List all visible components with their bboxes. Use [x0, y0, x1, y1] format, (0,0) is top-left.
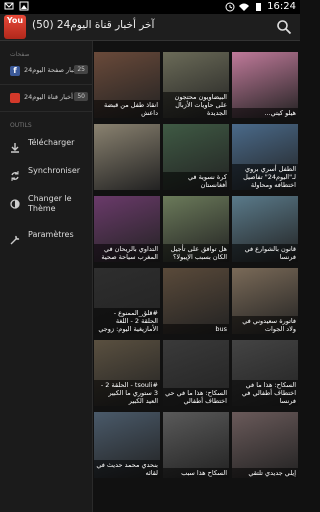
sync-icon: [10, 166, 20, 181]
drawer-item-sync[interactable]: Synchroniser: [0, 157, 92, 185]
video-thumbnail: [94, 124, 160, 190]
drawer-item-label: Paramètres: [28, 230, 74, 239]
video-tile[interactable]: هيلو كيتي...: [232, 52, 298, 118]
status-bar: 16:24: [0, 0, 300, 14]
drawer-item-theme[interactable]: Changer le Thème: [0, 185, 92, 221]
drawer-item-facebook-page[interactable]: f أخبار صفحة اليوم24 25: [0, 58, 92, 85]
video-caption: إيلي جديدي تلتقي: [232, 468, 298, 478]
video-tile[interactable]: التداوي بالريحان في المغرب سياحة صحية: [94, 196, 160, 262]
wrench-icon: [10, 230, 20, 245]
navigation-drawer: صفحات f أخبار صفحة اليوم24 25 آخر أخبار …: [0, 41, 93, 512]
video-caption: bus: [163, 324, 229, 334]
wifi-icon: [239, 2, 250, 12]
video-tile[interactable]: هل توافق على تأجيل الكان بسبب الإيبولا؟: [163, 196, 229, 262]
video-caption: كرة نسوية في أفغانستان: [163, 172, 229, 190]
video-caption: فاتورة سعيدوني في ولاد الجوات: [232, 316, 298, 334]
video-tile[interactable]: السكاح هذا سبب: [163, 412, 229, 478]
video-caption: هيلو كيتي...: [232, 108, 298, 118]
alarm-icon: [225, 2, 235, 12]
facebook-icon: f: [10, 66, 20, 76]
video-caption: السكاح: هذا ما في اختطاف أطفالي في فرنسا: [232, 380, 298, 406]
video-caption: هل توافق على تأجيل الكان بسبب الإيبولا؟: [163, 244, 229, 262]
video-caption: بنحدي محمد حديث في لقائه: [94, 460, 160, 478]
status-time: 16:24: [267, 1, 296, 12]
page-title: آخر أخبار قناة اليوم24 (50): [32, 19, 155, 31]
drawer-item-label: Télécharger: [28, 138, 75, 147]
video-grid: انقاذ طفل من قبضة داعش البيضاويون محتجون …: [94, 52, 300, 512]
youtube-icon: [10, 93, 20, 103]
video-tile[interactable]: السكاح: هذا ما في حي اختطاف أطفالي: [163, 340, 229, 406]
video-tile[interactable]: انقاذ طفل من قبضة داعش: [94, 52, 160, 118]
drawer-item-count: 25: [74, 65, 88, 74]
theme-icon: [10, 194, 20, 209]
video-tile[interactable]: #قلق_الممنوع - الحلقة 2 - اللغة الأمازيغ…: [94, 268, 160, 334]
video-tile[interactable]: bus: [163, 268, 229, 334]
video-tile[interactable]: فاتورة سعيدوني في ولاد الجوات: [232, 268, 298, 334]
video-caption: السكاح: هذا ما في حي اختطاف أطفالي: [163, 388, 229, 406]
video-caption: التداوي بالريحان في المغرب سياحة صحية: [94, 244, 160, 262]
video-caption: انقاذ طفل من قبضة داعش: [94, 100, 160, 118]
drawer-item-label: Changer le Thème: [28, 194, 72, 213]
tools-section-header: OUTILS: [10, 122, 32, 129]
image-icon: [19, 1, 29, 11]
download-icon: [10, 138, 20, 153]
video-tile[interactable]: كرة نسوية في أفغانستان: [163, 124, 229, 190]
video-caption: #tsouli - الحلقة 2 - 3 ستوري ما الكبير ا…: [94, 380, 160, 406]
video-caption: البيضاويون محتجون على حاويات الأزبال الج…: [163, 92, 229, 118]
action-bar: You آخر أخبار قناة اليوم24 (50): [0, 14, 300, 41]
video-caption: الطفل أسري بروي لـ"اليوم24" تفاصيل اختطا…: [232, 164, 298, 190]
video-tile[interactable]: البيضاويون محتجون على حاويات الأزبال الج…: [163, 52, 229, 118]
video-tile[interactable]: #tsouli - الحلقة 2 - 3 ستوري ما الكبير ا…: [94, 340, 160, 406]
drawer-item-count: 50: [74, 92, 88, 101]
drawer-item-label: Synchroniser: [28, 166, 81, 175]
drawer-item-youtube-channel[interactable]: آخر أخبار قناة اليوم24 50: [0, 85, 92, 112]
video-tile[interactable]: بنحدي محمد حديث في لقائه: [94, 412, 160, 478]
battery-icon: [253, 2, 263, 12]
video-caption: السكاح هذا سبب: [163, 468, 229, 478]
video-tile[interactable]: الطفل أسري بروي لـ"اليوم24" تفاصيل اختطا…: [232, 124, 298, 190]
video-tile[interactable]: السكاح: هذا ما في اختطاف أطفالي في فرنسا: [232, 340, 298, 406]
video-caption: قانون بالشوارع في فرنسا: [232, 244, 298, 262]
notification-icon: [4, 1, 14, 11]
search-icon[interactable]: [276, 19, 292, 35]
pages-section-header: صفحات: [10, 51, 30, 58]
drawer-item-download[interactable]: Télécharger: [0, 129, 92, 157]
drawer-item-settings[interactable]: Paramètres: [0, 221, 92, 249]
video-tile[interactable]: إيلي جديدي تلتقي: [232, 412, 298, 478]
app-logo-text: You: [6, 16, 24, 25]
video-caption: #قلق_الممنوع - الحلقة 2 - اللغة الأمازيغ…: [94, 308, 160, 334]
video-tile[interactable]: [94, 124, 160, 190]
video-tile[interactable]: قانون بالشوارع في فرنسا: [232, 196, 298, 262]
app-logo[interactable]: You: [4, 15, 26, 39]
drawer-item-label: أخبار صفحة اليوم24: [24, 66, 79, 74]
